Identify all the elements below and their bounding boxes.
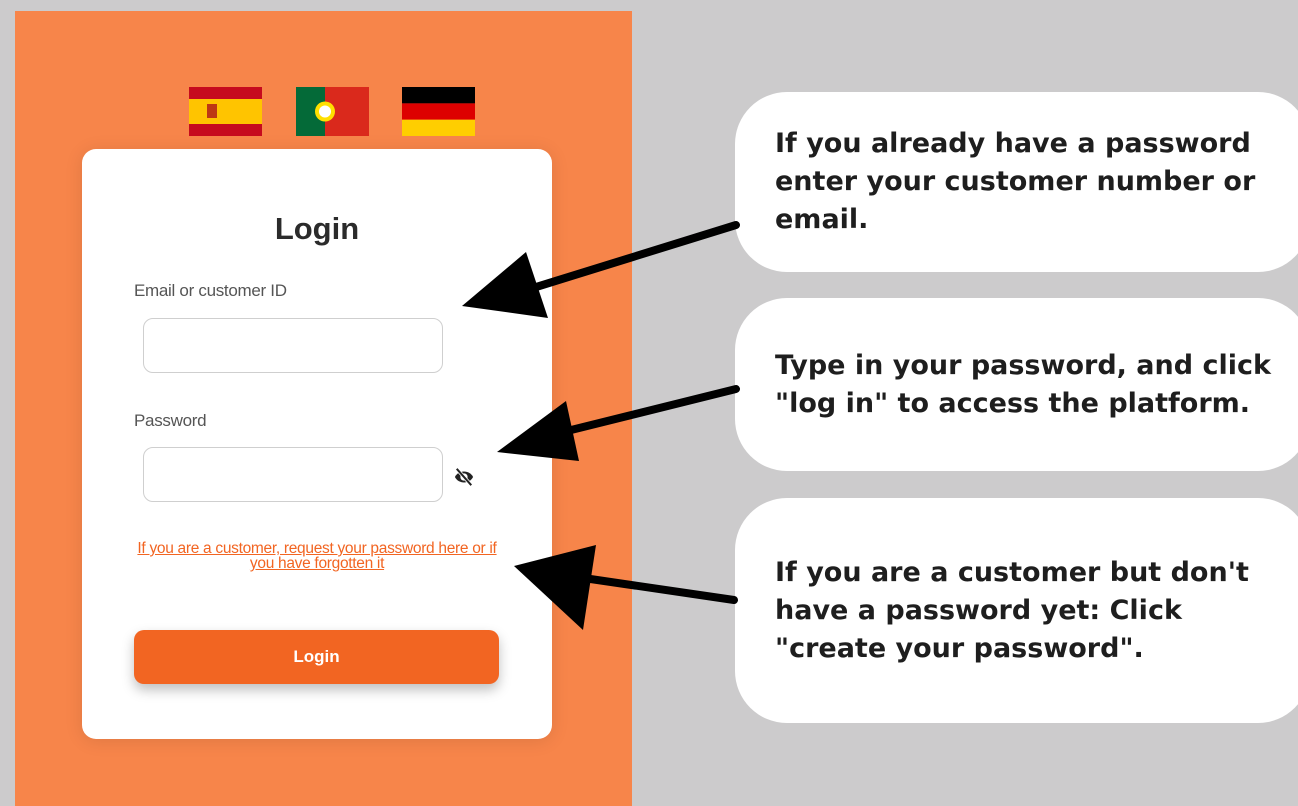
arrow-link-head xyxy=(514,545,596,630)
arrow-email-line xyxy=(516,221,740,296)
annotation-arrows xyxy=(462,221,740,630)
arrow-email-head xyxy=(462,252,548,318)
arrow-link-line xyxy=(566,572,738,604)
arrow-password-head xyxy=(497,401,579,461)
arrow-password-line xyxy=(551,385,740,438)
